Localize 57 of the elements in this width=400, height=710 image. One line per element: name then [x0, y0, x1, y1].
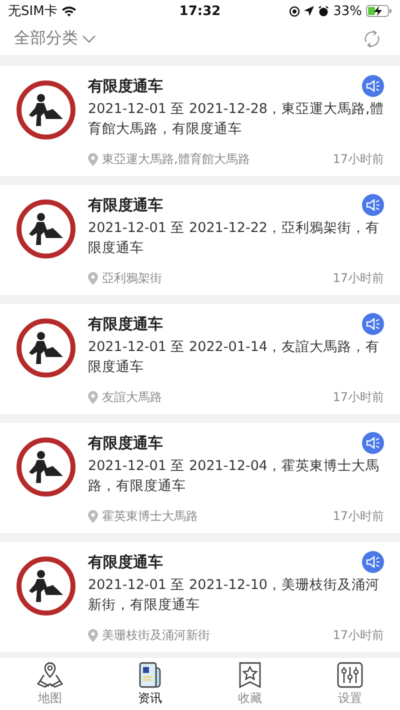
speaker-icon[interactable] — [362, 551, 384, 573]
sliders-icon — [336, 661, 364, 689]
news-tab[interactable]: 资讯 — [120, 661, 180, 707]
roadwork-sign-icon — [16, 199, 76, 259]
location-text: 美珊枝街及涌河新街 — [102, 627, 211, 644]
speaker-icon[interactable] — [362, 194, 384, 216]
notice-description: 2021-12-01 至 2021-12-28，東亞運大馬路,體育館大馬路，有限度通车 — [88, 100, 384, 139]
roadwork-sign-icon — [16, 437, 76, 497]
map-pin-icon — [36, 661, 64, 689]
notice-title: 有限度通车 — [88, 434, 163, 452]
favorites-tab[interactable]: 收藏 — [220, 661, 280, 707]
speaker-icon[interactable] — [362, 432, 384, 454]
notice-card[interactable]: 有限度通车 2021-12-01 至 2022-01-14，友誼大馬路，有限度通车 友誼大馬路 17小时前 — [0, 304, 400, 414]
notice-card[interactable]: 有限度通车 2021-12-01 至 2021-12-22，亞利鴉架街，有限度通车 亞利鴉架街 17小时前 — [0, 185, 400, 295]
time-ago: 17小时前 — [332, 508, 384, 525]
wifi-icon — [61, 5, 78, 17]
speaker-icon[interactable] — [362, 313, 384, 335]
battery-charging-icon — [366, 5, 392, 17]
notice-card[interactable]: 有限度通车 2021-12-01 至 2021-12-04，霍英東博士大馬路，有限度通车 霍英東博士大馬路 17小时前 — [0, 423, 400, 533]
notice-title: 有限度通车 — [88, 552, 163, 572]
battery-percent: 33% — [333, 4, 362, 18]
chevron-down-icon — [82, 34, 96, 42]
notice-description: 2021-12-01 至 2021-12-22，亞利鴉架街，有限度通车 — [88, 219, 380, 258]
notice-description: 2021-12-01 至 2021-12-10，美珊枝街及涌河新街，有限度通车 — [88, 576, 380, 615]
notice-card[interactable]: 有限度通车 2021-12-01 至 2021-12-10，美珊枝街及涌河新街，有限度通车 美珊枝街及涌河新街 17小时前 — [0, 542, 400, 652]
speaker-icon[interactable] — [362, 75, 384, 97]
time-ago: 17小时前 — [332, 151, 384, 168]
alarm-icon — [318, 6, 330, 16]
notice-title: 有限度通车 — [88, 314, 163, 334]
location-pin-icon — [88, 391, 98, 404]
lock-rotation-icon — [289, 6, 300, 16]
time-ago: 17小时前 — [332, 270, 384, 287]
location-pin-icon — [88, 153, 98, 166]
settings-tab[interactable]: 设置 — [320, 661, 380, 707]
notice-description: 2021-12-01 至 2021-12-04，霍英東博士大馬路，有限度通车 — [88, 457, 380, 496]
category-dropdown[interactable]: 全部分类 — [14, 28, 96, 49]
time-ago: 17小时前 — [332, 389, 384, 406]
location-text: 東亞運大馬路,體育館大馬路 — [102, 151, 251, 168]
roadwork-sign-icon — [16, 556, 76, 616]
map-tab[interactable]: 地图 — [20, 661, 80, 707]
location-text: 亞利鴉架街 — [102, 270, 163, 287]
location-pin-icon — [88, 272, 98, 285]
location-arrow-icon — [304, 6, 314, 16]
roadwork-sign-icon — [16, 318, 76, 378]
location-text: 霍英東博士大馬路 — [102, 508, 199, 525]
location-pin-icon — [88, 629, 98, 642]
clock: 17:32 — [179, 4, 221, 18]
notice-title: 有限度通车 — [88, 76, 163, 96]
notice-title: 有限度通车 — [88, 196, 163, 214]
time-ago: 17小时前 — [332, 627, 384, 644]
roadwork-sign-icon — [16, 80, 76, 140]
carrier: 无SIM卡 — [8, 3, 58, 20]
refresh-icon[interactable] — [362, 28, 382, 48]
notice-card[interactable]: 有限度通车 2021-12-01 至 2021-12-28，東亞運大馬路,體育館大馬路，有限度通车 東亞運大馬路,體育館大馬路 17小时前 — [0, 66, 400, 176]
location-pin-icon — [88, 510, 98, 523]
notice-description: 2021-12-01 至 2022-01-14，友誼大馬路，有限度通车 — [88, 338, 380, 377]
location-text: 友誼大馬路 — [102, 389, 163, 406]
